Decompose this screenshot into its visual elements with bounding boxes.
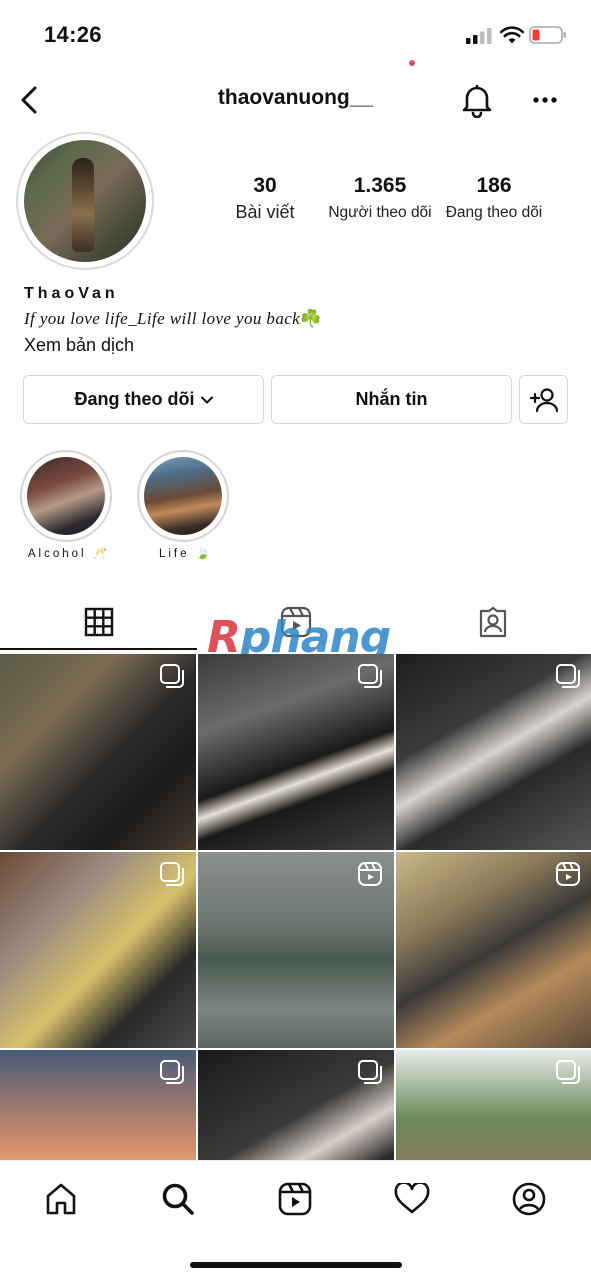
- suggest-users-button[interactable]: [519, 375, 568, 424]
- multiple-photos-icon: [358, 1060, 382, 1084]
- post-thumbnail[interactable]: [198, 1050, 394, 1160]
- nav-activity-button[interactable]: [392, 1179, 432, 1219]
- activity-notification-dot: [409, 60, 415, 66]
- highlight-cover: [27, 457, 105, 535]
- profile-avatar[interactable]: [16, 132, 154, 270]
- home-icon: [46, 1183, 76, 1215]
- post-thumbnail[interactable]: [198, 852, 394, 1048]
- grid-icon: [84, 607, 113, 637]
- multiple-photos-icon: [556, 1060, 580, 1084]
- see-translation-link[interactable]: Xem bản dịch: [24, 335, 134, 356]
- add-user-icon: [529, 387, 558, 412]
- story-highlight-alcohol[interactable]: Alcohol 🥂: [20, 450, 112, 560]
- multiple-photos-icon: [556, 664, 580, 688]
- post-thumbnail[interactable]: [0, 1050, 196, 1160]
- nav-search-button[interactable]: [158, 1179, 198, 1219]
- avatar-photo: [24, 140, 146, 262]
- stat-posts-label: Bài viết: [235, 202, 295, 222]
- bio-text: If you love life_Life will love you back: [24, 309, 301, 328]
- story-highlight-life[interactable]: Life 🍃: [137, 450, 229, 560]
- signal-icon: [466, 28, 492, 44]
- clover-emoji: ☘️: [300, 309, 322, 328]
- stat-followers[interactable]: 1.365 Người theo dõi: [315, 174, 445, 222]
- stat-following-label: Đang theo dõi: [445, 204, 543, 221]
- post-thumbnail[interactable]: [396, 1050, 591, 1160]
- posts-grid: [0, 654, 591, 1160]
- post-thumbnail[interactable]: [198, 654, 394, 850]
- highlight-ring: [137, 450, 229, 542]
- post-thumbnail[interactable]: [0, 654, 196, 850]
- post-thumbnail[interactable]: [0, 852, 196, 1048]
- multiple-photos-icon: [160, 862, 184, 886]
- profile-display-name: ThaoVan: [24, 285, 119, 302]
- stat-followers-label: Người theo dõi: [328, 204, 432, 221]
- multiple-photos-icon: [160, 1060, 184, 1084]
- nav-profile-button[interactable]: [509, 1179, 549, 1219]
- multiple-photos-icon: [160, 664, 184, 688]
- more-horizontal-icon: [533, 97, 557, 103]
- stat-following[interactable]: 186 Đang theo dõi: [429, 174, 559, 222]
- highlight-label: Life 🍃: [158, 548, 214, 560]
- highlight-cover: [144, 457, 222, 535]
- chevron-down-icon: [200, 396, 213, 403]
- stat-following-count: 186: [476, 174, 512, 197]
- notifications-button[interactable]: [460, 82, 494, 119]
- more-options-button[interactable]: [528, 86, 562, 114]
- tab-tagged[interactable]: [394, 596, 591, 648]
- stat-posts[interactable]: 30 Bài viết: [200, 174, 330, 223]
- message-button[interactable]: Nhắn tin: [271, 375, 512, 424]
- stat-followers-count: 1.365: [353, 174, 407, 197]
- status-bar: 14:26: [0, 0, 591, 72]
- highlight-ring: [20, 450, 112, 542]
- bell-icon: [462, 84, 492, 119]
- avatar-person-figure: [72, 158, 94, 252]
- nav-reels-button[interactable]: [275, 1179, 315, 1219]
- following-button-label: Đang theo dõi: [74, 389, 195, 409]
- battery-icon: [529, 26, 566, 44]
- post-thumbnail[interactable]: [396, 852, 591, 1048]
- reel-icon: [358, 862, 382, 886]
- nav-home-button[interactable]: [41, 1179, 81, 1219]
- profile-username: thaovanuong__: [217, 86, 374, 109]
- profile-header: thaovanuong__: [0, 74, 591, 126]
- tagged-icon: [479, 606, 506, 638]
- multiple-photos-icon: [358, 664, 382, 688]
- heart-icon: [394, 1183, 430, 1214]
- message-button-label: Nhắn tin: [355, 389, 428, 409]
- reel-icon: [556, 862, 580, 886]
- profile-icon: [512, 1182, 546, 1216]
- wifi-icon: [500, 26, 524, 44]
- status-time: 14:26: [44, 22, 102, 47]
- stat-posts-count: 30: [253, 174, 277, 197]
- tab-posts-grid[interactable]: [0, 596, 197, 650]
- profile-bio: If you love life_Life will love you back…: [24, 309, 322, 329]
- post-thumbnail[interactable]: [396, 654, 591, 850]
- home-indicator[interactable]: [190, 1262, 402, 1268]
- search-icon: [162, 1183, 194, 1215]
- highlight-label: Alcohol 🥂: [27, 548, 111, 560]
- following-button[interactable]: Đang theo dõi: [23, 375, 264, 424]
- reels-icon: [278, 1182, 312, 1216]
